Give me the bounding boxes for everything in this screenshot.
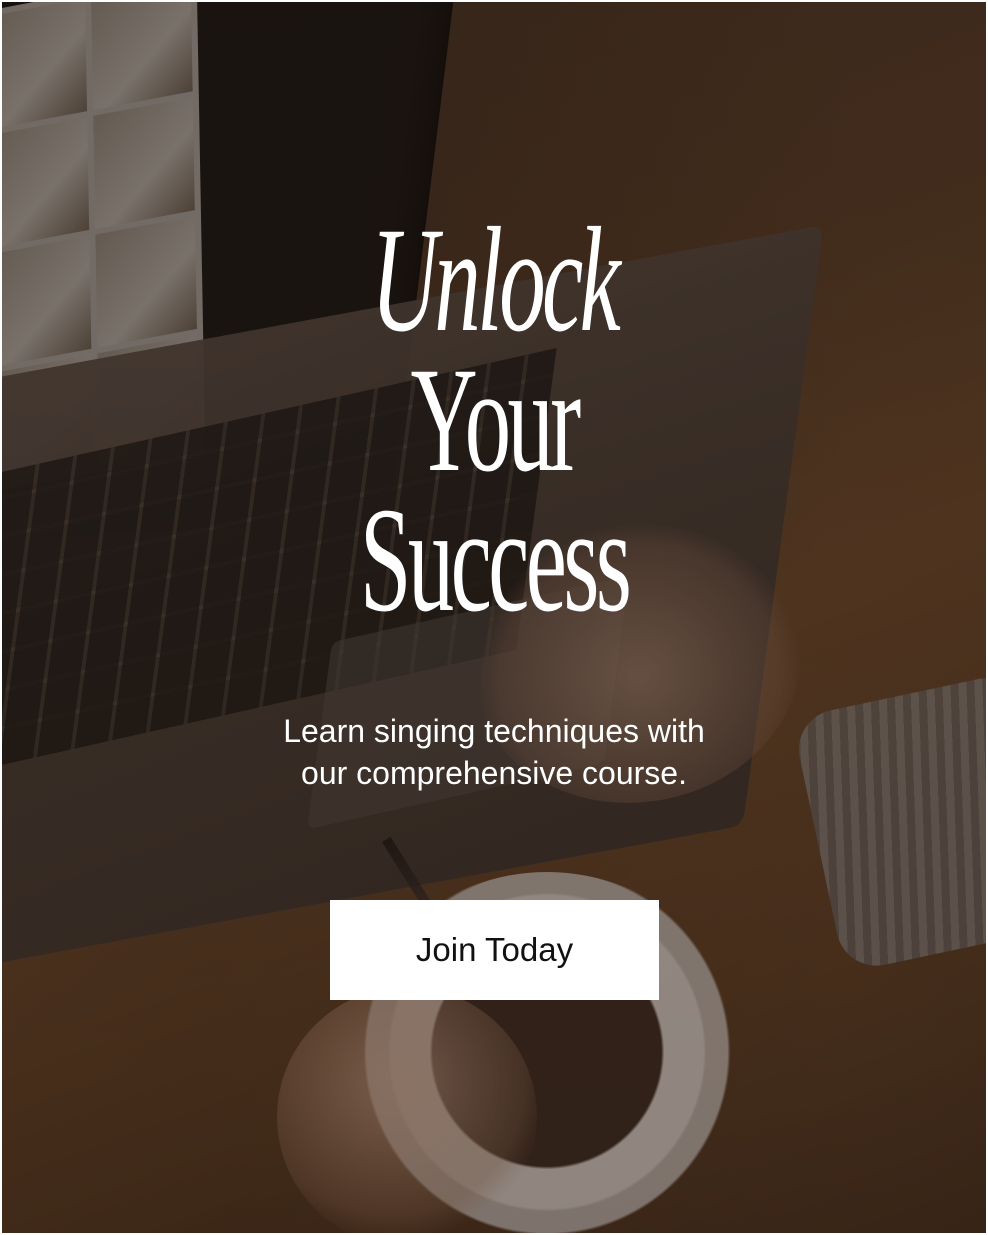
hero-banner: Unlock Your Success Learn singing techni… [2,2,986,1233]
subtitle-line-2: our comprehensive course. [301,755,687,791]
hero-headline: Unlock Your Success [189,197,799,643]
hero-subtitle: Learn singing techniques with our compre… [2,710,986,794]
hero-content: Unlock Your Success Learn singing techni… [2,2,986,1233]
headline-line-2: Your [410,337,582,503]
headline-line-1: Unlock [370,197,621,363]
headline-line-3: Success [359,477,632,643]
subtitle-line-1: Learn singing techniques with [283,713,705,749]
join-today-button[interactable]: Join Today [330,900,659,1000]
